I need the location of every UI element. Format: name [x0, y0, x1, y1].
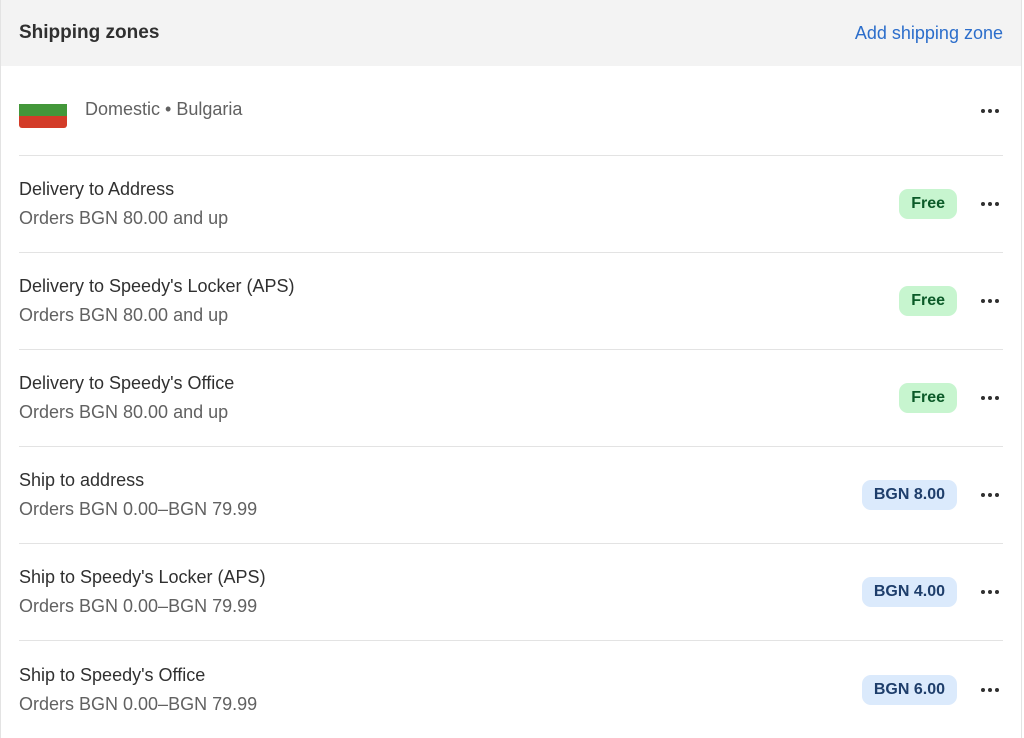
rate-condition: Orders BGN 0.00–BGN 79.99	[19, 693, 258, 714]
rate-price-badge: BGN 8.00	[861, 480, 957, 510]
rate-price-badge: Free	[899, 189, 957, 219]
rate-price-badge: Free	[899, 286, 957, 316]
rate-condition: Orders BGN 0.00–BGN 79.99	[19, 596, 258, 616]
rate-more-actions-icon[interactable]	[977, 482, 1003, 508]
rate-name: Ship to Speedy's Office	[19, 664, 206, 685]
rate-price-badge: BGN 4.00	[861, 577, 957, 607]
bulgaria-flag-icon	[19, 91, 67, 128]
rate-more-actions-icon[interactable]	[977, 288, 1003, 314]
rate-more-actions-icon[interactable]	[977, 385, 1003, 411]
rates-list: Delivery to Address Orders BGN 80.00 and…	[1, 156, 1021, 738]
rate-condition: Orders BGN 0.00–BGN 79.99	[19, 499, 258, 519]
rate-name: Delivery to Speedy's Office	[19, 373, 235, 393]
rate-row: Ship to Speedy's Office Orders BGN 0.00–…	[19, 641, 1003, 738]
zone-label: Domestic • Bulgaria	[85, 99, 243, 119]
rate-name: Delivery to Speedy's Locker (APS)	[19, 276, 295, 296]
rate-condition: Orders BGN 80.00 and up	[19, 402, 229, 422]
rate-row: Ship to address Orders BGN 0.00–BGN 79.9…	[19, 447, 1003, 544]
rate-row: Delivery to Address Orders BGN 80.00 and…	[19, 156, 1003, 253]
zone-row: Domestic • Bulgaria	[19, 66, 1003, 156]
rate-name: Ship to address	[19, 470, 145, 490]
rate-condition: Orders BGN 80.00 and up	[19, 305, 229, 325]
rate-condition: Orders BGN 80.00 and up	[19, 208, 229, 228]
card-header: Shipping zones Add shipping zone	[1, 0, 1021, 66]
rate-name: Delivery to Address	[19, 179, 175, 199]
zone-more-actions-icon[interactable]	[977, 98, 1003, 124]
rate-row: Delivery to Speedy's Locker (APS) Orders…	[19, 253, 1003, 350]
rate-name: Ship to Speedy's Locker (APS)	[19, 567, 266, 587]
rate-row: Ship to Speedy's Locker (APS) Orders BGN…	[19, 544, 1003, 641]
rate-price-badge: BGN 6.00	[861, 674, 957, 705]
shipping-zones-card: Shipping zones Add shipping zone Domesti…	[0, 0, 1022, 738]
rate-more-actions-icon[interactable]	[977, 677, 1003, 703]
card-title: Shipping zones	[19, 22, 160, 43]
rate-row: Delivery to Speedy's Office Orders BGN 8…	[19, 350, 1003, 447]
rate-more-actions-icon[interactable]	[977, 191, 1003, 217]
rate-price-badge: Free	[899, 383, 957, 413]
rate-more-actions-icon[interactable]	[977, 579, 1003, 605]
add-shipping-zone-link[interactable]: Add shipping zone	[855, 23, 1003, 44]
